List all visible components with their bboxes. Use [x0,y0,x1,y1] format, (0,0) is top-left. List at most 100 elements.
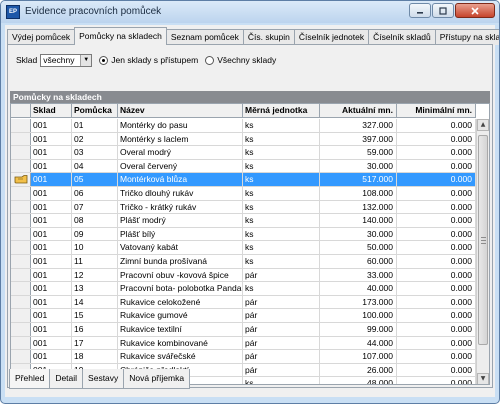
cell-minimalni-mn[interactable]: 0.000 [397,159,476,173]
cell-aktualni-mn[interactable]: 397.000 [320,132,397,146]
cell-sklad[interactable]: 001 [31,336,72,350]
table-row[interactable]: 001 08 Plášť modrý ks 140.000 0.000 [11,214,476,228]
cell-nazev[interactable]: Rukavice celokožené [118,295,243,309]
cell-merna-jednotka[interactable]: ks [243,119,320,132]
cell-minimalni-mn[interactable]: 0.000 [397,146,476,159]
row-indicator[interactable] [11,336,31,350]
tab-pomucky-na-skladech[interactable]: Pomůcky na skladech [74,27,167,45]
cell-aktualni-mn[interactable]: 327.000 [320,119,397,132]
cell-minimalni-mn[interactable]: 0.000 [397,363,476,377]
cell-aktualni-mn[interactable]: 30.000 [320,159,397,173]
cell-minimalni-mn[interactable]: 0.000 [397,132,476,146]
cell-merna-jednotka[interactable]: ks [243,227,320,241]
cell-aktualni-mn[interactable]: 26.000 [320,363,397,377]
table-row[interactable]: 001 07 Tričko - krátký rukáv ks 132.000 0.000 [11,200,476,215]
tab-vydej-pomucek[interactable]: Výdej pomůcek [7,29,76,45]
cell-pomucka[interactable]: 09 [72,227,118,241]
cell-merna-jednotka[interactable]: pár [243,309,320,322]
row-indicator[interactable] [11,173,31,186]
cell-merna-jednotka[interactable]: pár [243,295,320,309]
radio-only-access-dot[interactable] [99,55,109,65]
tab-ciselnik-jednotek[interactable]: Číselník jednotek [293,29,370,45]
cell-minimalni-mn[interactable]: 0.000 [397,186,476,200]
cell-sklad[interactable]: 001 [31,227,72,241]
column-header-sklad[interactable]: Sklad [31,104,72,118]
cell-merna-jednotka[interactable]: ks [243,186,320,200]
cell-nazev[interactable]: Plášť modrý [118,214,243,227]
maximize-button[interactable] [432,3,454,18]
cell-pomucka[interactable]: 17 [72,336,118,350]
cell-pomucka[interactable]: 02 [72,132,118,146]
radio-all-warehouses-dot[interactable] [205,55,215,65]
cell-aktualni-mn[interactable]: 107.000 [320,350,397,363]
cell-nazev[interactable]: Plášť bílý [118,227,243,241]
radio-only-access[interactable]: Jen sklady s přístupem [99,55,198,65]
table-row[interactable]: 001 15 Rukavice gumové pár 100.000 0.000 [11,309,476,323]
cell-sklad[interactable]: 001 [31,295,72,309]
cell-aktualni-mn[interactable]: 30.000 [320,227,397,241]
cell-aktualni-mn[interactable]: 59.000 [320,146,397,159]
cell-pomucka[interactable]: 13 [72,282,118,295]
cell-nazev[interactable]: Rukavice kombinované [118,336,243,350]
table-row[interactable]: 001 11 Zimní bunda prošívaná ks 60.000 0.000 [11,254,476,269]
cell-nazev[interactable]: Rukavice textilní [118,322,243,336]
column-header-minimalni-mn[interactable]: Minimální mn. [397,104,476,118]
row-indicator[interactable] [11,295,31,309]
cell-aktualni-mn[interactable]: 100.000 [320,309,397,322]
cell-merna-jednotka[interactable]: pár [243,336,320,350]
column-header-aktualni-mn[interactable]: Aktuální mn. [320,104,397,118]
cell-minimalni-mn[interactable]: 0.000 [397,336,476,350]
row-indicator[interactable] [11,146,31,159]
table-row[interactable]: 001 09 Plášť bílý ks 30.000 0.000 [11,227,476,242]
table-row[interactable]: 001 18 Rukavice svářečské pár 107.000 0.000 [11,350,476,364]
cell-minimalni-mn[interactable]: 0.000 [397,254,476,268]
row-indicator[interactable] [11,227,31,241]
cell-nazev[interactable]: Zimní bunda prošívaná [118,254,243,268]
sklad-select[interactable]: všechny ▼ [40,53,93,67]
cell-nazev[interactable]: Vatovaný kabát [118,241,243,254]
row-indicator[interactable] [11,282,31,295]
cell-pomucka[interactable]: 14 [72,295,118,309]
cell-minimalni-mn[interactable]: 0.000 [397,295,476,309]
cell-minimalni-mn[interactable]: 0.000 [397,322,476,336]
row-indicator[interactable] [11,322,31,336]
tab-ciselnik-skladu[interactable]: Číselník skladů [368,29,436,45]
row-indicator[interactable] [11,132,31,146]
cell-merna-jednotka[interactable]: pár [243,322,320,336]
cell-nazev[interactable]: Pracovní obuv -kovová špice [118,268,243,282]
table-row[interactable]: 001 01 Montérky do pasu ks 327.000 0.000 [11,119,476,133]
table-row[interactable]: 001 02 Montérky s laclem ks 397.000 0.000 [11,132,476,147]
cell-sklad[interactable]: 001 [31,173,72,186]
cell-nazev[interactable]: Montérky s laclem [118,132,243,146]
tab-cis-skupin[interactable]: Čís. skupin [242,29,295,45]
vertical-scrollbar[interactable]: ▲ ▼ [476,119,489,384]
close-button[interactable] [455,3,495,18]
column-header-pomucka[interactable]: Pomůcka [72,104,118,118]
cell-aktualni-mn[interactable]: 40.000 [320,282,397,295]
radio-all-warehouses[interactable]: Všechny sklady [205,55,276,65]
cell-merna-jednotka[interactable]: ks [243,241,320,254]
cell-nazev[interactable]: Rukavice svářečské [118,350,243,363]
row-indicator[interactable] [11,254,31,268]
cell-sklad[interactable]: 001 [31,186,72,200]
cell-nazev[interactable]: Tričko - krátký rukáv [118,200,243,214]
row-indicator[interactable] [11,214,31,227]
cell-merna-jednotka[interactable]: ks [243,146,320,159]
cell-minimalni-mn[interactable]: 0.000 [397,227,476,241]
tab-nova-prijemka[interactable]: Nová příjemka [123,369,191,389]
cell-sklad[interactable]: 001 [31,241,72,254]
cell-minimalni-mn[interactable]: 0.000 [397,214,476,227]
cell-pomucka[interactable]: 10 [72,241,118,254]
cell-aktualni-mn[interactable]: 132.000 [320,200,397,214]
cell-sklad[interactable]: 001 [31,119,72,132]
cell-aktualni-mn[interactable]: 99.000 [320,322,397,336]
tab-seznam-pomucek[interactable]: Seznam pomůcek [165,29,244,45]
table-row[interactable]: 001 14 Rukavice celokožené pár 173.000 0.000 [11,295,476,310]
cell-minimalni-mn[interactable]: 0.000 [397,241,476,254]
cell-minimalni-mn[interactable]: 0.000 [397,350,476,363]
cell-pomucka[interactable]: 08 [72,214,118,227]
cell-minimalni-mn[interactable]: 0.000 [397,200,476,214]
minimize-button[interactable] [409,3,431,18]
cell-merna-jednotka[interactable]: ks [243,173,320,186]
cell-aktualni-mn[interactable]: 108.000 [320,186,397,200]
